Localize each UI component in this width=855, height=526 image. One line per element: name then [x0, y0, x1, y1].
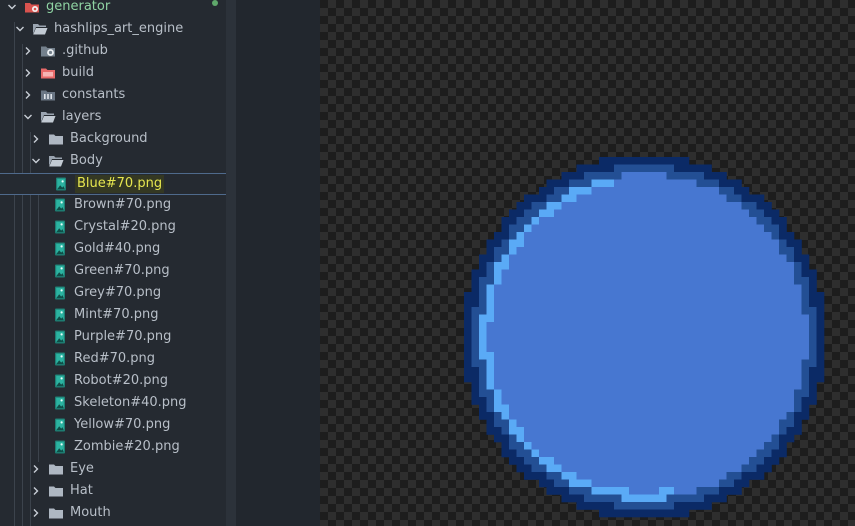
image-file-icon: [52, 352, 68, 366]
tree-item-label: Skeleton#40.png: [74, 395, 187, 410]
image-file-icon: [53, 177, 69, 191]
tree-item-label: Mint#70.png: [74, 307, 159, 322]
chevron-right-icon[interactable]: [30, 133, 42, 145]
tree-item-label: Purple#70.png: [74, 329, 172, 344]
folder-open-icon: [32, 22, 48, 36]
image-file-icon: [52, 308, 68, 322]
tree-file-blue-70-png[interactable]: Blue#70.png: [0, 173, 226, 195]
tree-item-label: Robot#20.png: [74, 373, 169, 388]
sidebar-divider[interactable]: [226, 0, 236, 526]
build-folder-icon: [40, 66, 56, 80]
folder-icon: [48, 484, 64, 498]
tree-item-label: Red#70.png: [74, 351, 156, 366]
image-file-icon: [52, 198, 68, 212]
chevron-right-icon[interactable]: [30, 485, 42, 497]
image-file-icon: [52, 264, 68, 278]
tree-item-label: Blue#70.png: [75, 175, 165, 193]
tree-item-label: build: [62, 65, 94, 80]
tree-item-label: Yellow#70.png: [74, 417, 171, 432]
chevron-right-icon[interactable]: [22, 45, 34, 57]
tree-folder-generator[interactable]: generator: [0, 0, 226, 18]
tree-item-label: Gold#40.png: [74, 241, 161, 256]
tree-folder-hashlips-art-engine[interactable]: hashlips_art_engine: [0, 18, 226, 40]
tree-item-label: constants: [62, 87, 126, 102]
constants-folder-icon: [40, 88, 56, 102]
generator-folder-icon: [24, 0, 40, 14]
tree-folder-background[interactable]: Background: [0, 128, 226, 150]
chevron-down-icon[interactable]: [14, 23, 26, 35]
tree-item-label: Eye: [70, 461, 94, 476]
file-explorer: generator hashlips_art_engine .github build…: [0, 0, 226, 526]
image-file-icon: [52, 286, 68, 300]
tree-item-label: Mouth: [70, 505, 111, 520]
tree-item-label: layers: [62, 109, 102, 124]
github-folder-icon: [40, 44, 56, 58]
tree-item-label: Grey#70.png: [74, 285, 162, 300]
tree-folder-hat[interactable]: Hat: [0, 480, 226, 502]
tree-file-robot-20-png[interactable]: Robot#20.png: [0, 370, 226, 392]
folder-icon: [48, 506, 64, 520]
modified-dot-icon: [212, 0, 218, 6]
image-file-icon: [52, 242, 68, 256]
chevron-right-icon[interactable]: [30, 463, 42, 475]
tree-folder-constants[interactable]: constants: [0, 84, 226, 106]
chevron-right-icon[interactable]: [22, 67, 34, 79]
tree-file-purple-70-png[interactable]: Purple#70.png: [0, 326, 226, 348]
tree-file-crystal-20-png[interactable]: Crystal#20.png: [0, 216, 226, 238]
tree-item-label: Hat: [70, 483, 93, 498]
image-preview: [320, 0, 855, 526]
tree-item-label: generator: [46, 0, 111, 14]
tree-folder-layers[interactable]: layers: [0, 106, 226, 128]
body-sprite-blue: [464, 157, 825, 518]
tree-item-label: Background: [70, 131, 148, 146]
tree-folder-eye[interactable]: Eye: [0, 458, 226, 480]
chevron-right-icon[interactable]: [30, 507, 42, 519]
tree-folder-github[interactable]: .github: [0, 40, 226, 62]
folder-open-icon: [40, 110, 56, 124]
image-file-icon: [52, 418, 68, 432]
tree-file-yellow-70-png[interactable]: Yellow#70.png: [0, 414, 226, 436]
tree-item-label: Brown#70.png: [74, 197, 172, 212]
tree-folder-body[interactable]: Body: [0, 150, 226, 172]
tree-item-label: Zombie#20.png: [74, 439, 180, 454]
image-file-icon: [52, 396, 68, 410]
editor-gutter: [236, 0, 320, 526]
image-file-icon: [52, 220, 68, 234]
tree-folder-mouth[interactable]: Mouth: [0, 502, 226, 524]
tree-file-green-70-png[interactable]: Green#70.png: [0, 260, 226, 282]
chevron-down-icon[interactable]: [6, 1, 18, 13]
image-file-icon: [52, 330, 68, 344]
tree-file-gold-40-png[interactable]: Gold#40.png: [0, 238, 226, 260]
tree-file-red-70-png[interactable]: Red#70.png: [0, 348, 226, 370]
image-file-icon: [52, 440, 68, 454]
tree-file-mint-70-png[interactable]: Mint#70.png: [0, 304, 226, 326]
image-file-icon: [52, 374, 68, 388]
tree-item-label: Crystal#20.png: [74, 219, 176, 234]
chevron-right-icon[interactable]: [22, 89, 34, 101]
tree-item-label: Green#70.png: [74, 263, 170, 278]
folder-icon: [48, 462, 64, 476]
tree-item-label: Body: [70, 153, 103, 168]
tree-item-label: hashlips_art_engine: [54, 21, 184, 36]
folder-icon: [48, 132, 64, 146]
folder-open-icon: [48, 154, 64, 168]
chevron-down-icon[interactable]: [22, 111, 34, 123]
tree-folder-build[interactable]: build: [0, 62, 226, 84]
tree-file-zombie-20-png[interactable]: Zombie#20.png: [0, 436, 226, 458]
tree-file-skeleton-40-png[interactable]: Skeleton#40.png: [0, 392, 226, 414]
tree-item-label: .github: [62, 43, 108, 58]
chevron-down-icon[interactable]: [30, 155, 42, 167]
tree-file-brown-70-png[interactable]: Brown#70.png: [0, 194, 226, 216]
tree-file-grey-70-png[interactable]: Grey#70.png: [0, 282, 226, 304]
